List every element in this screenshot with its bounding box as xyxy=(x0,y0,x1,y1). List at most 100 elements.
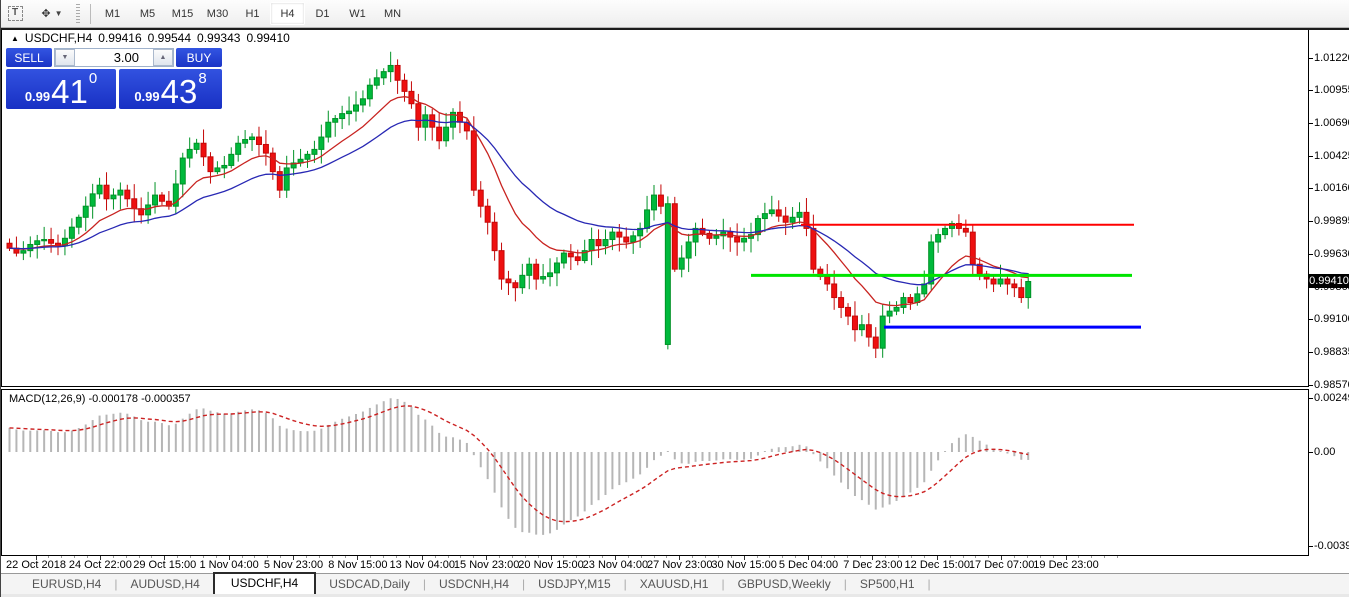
tab-xauusd[interactable]: XAUUSD,H1 xyxy=(627,575,722,594)
price-tick-label: 1.00425 xyxy=(1314,150,1349,162)
time-minor-tick xyxy=(435,556,436,558)
tab-audusd[interactable]: AUDUSD,H4 xyxy=(117,575,212,594)
macd-axis[interactable]: 0.0024920.00-0.003913 xyxy=(1308,389,1349,556)
ohlc-high: 0.99544 xyxy=(148,31,191,45)
time-minor-tick xyxy=(563,556,564,558)
buy-button[interactable]: BUY xyxy=(176,48,222,67)
timeframe-button-h1[interactable]: H1 xyxy=(235,2,270,25)
time-minor-tick xyxy=(370,556,371,558)
time-tick-label: 7 Dec 23:00 xyxy=(843,559,902,571)
time-minor-tick xyxy=(834,556,835,558)
price-tick xyxy=(1309,385,1313,386)
sell-price-prefix: 0.99 xyxy=(25,89,50,104)
timeframe-button-m5[interactable]: M5 xyxy=(130,2,165,25)
timeframe-buttons: M1M5M15M30H1H4D1W1MN xyxy=(95,2,410,25)
volume-input[interactable]: 3.00 xyxy=(75,49,153,66)
ohlc-close: 0.99410 xyxy=(246,31,289,45)
tab-usdchf[interactable]: USDCHF,H4 xyxy=(213,572,316,595)
arrows-tool-button[interactable]: ✥ ▼ xyxy=(34,2,70,25)
price-tick-label: 1.01220 xyxy=(1314,52,1349,64)
time-minor-tick xyxy=(769,556,770,558)
text-tool-button[interactable]: T xyxy=(4,2,26,25)
tab-usdcnh[interactable]: USDCNH,H4 xyxy=(426,575,522,594)
time-tick-label: 1 Nov 04:00 xyxy=(199,559,258,571)
time-tick-label: 15 Nov 23:00 xyxy=(454,559,519,571)
buy-price-pip: 8 xyxy=(198,70,206,87)
buy-price-display[interactable]: 0.99 43 8 xyxy=(119,69,222,109)
arrows-icon: ✥ xyxy=(41,7,50,20)
time-minor-tick xyxy=(795,556,796,558)
time-minor-tick xyxy=(1014,556,1015,558)
time-minor-tick xyxy=(757,556,758,558)
symbol-label: USDCHF,H4 xyxy=(25,31,92,45)
time-minor-tick xyxy=(151,556,152,558)
tab-eurusd[interactable]: EURUSD,H4 xyxy=(19,575,114,594)
tab-separator: | xyxy=(928,577,931,594)
time-minor-tick xyxy=(332,556,333,558)
sell-button[interactable]: SELL xyxy=(6,48,52,67)
price-tick-label: 1.00160 xyxy=(1314,182,1349,194)
current-price-badge: 0.99410 xyxy=(1308,274,1349,288)
sell-price-display[interactable]: 0.99 41 0 xyxy=(6,69,116,109)
macd-canvas[interactable] xyxy=(1,389,1308,556)
time-tick-label: 8 Nov 15:00 xyxy=(328,559,387,571)
time-minor-tick xyxy=(576,556,577,558)
time-minor-tick xyxy=(924,556,925,558)
price-tick-label: 0.98835 xyxy=(1314,346,1349,358)
timeframe-button-mn[interactable]: MN xyxy=(375,2,410,25)
time-minor-tick xyxy=(641,556,642,558)
price-tick-label: 0.99100 xyxy=(1314,313,1349,325)
time-tick-label: 17 Dec 07:00 xyxy=(969,559,1034,571)
one-click-trade-panel: SELL ▼ 3.00 ▲ BUY 0.99 41 0 0.99 43 8 xyxy=(6,48,222,109)
timeframe-button-h4[interactable]: H4 xyxy=(270,2,305,25)
time-minor-tick xyxy=(602,556,603,558)
timeframe-button-w1[interactable]: W1 xyxy=(340,2,375,25)
tab-gbpusd[interactable]: GBPUSD,Weekly xyxy=(725,575,844,594)
price-axis[interactable]: 1.012201.009551.006901.004251.001600.998… xyxy=(1308,30,1349,387)
price-tick-label: 1.00955 xyxy=(1314,84,1349,96)
chevron-down-icon: ▼ xyxy=(55,9,63,18)
time-tick-label: 19 Dec 23:00 xyxy=(1033,559,1098,571)
time-minor-tick xyxy=(1027,556,1028,558)
time-minor-tick xyxy=(718,556,719,558)
tab-sp500[interactable]: SP500,H1 xyxy=(847,575,928,594)
tab-usdjpy[interactable]: USDJPY,M15 xyxy=(525,575,623,594)
chart-header: ▲ USDCHF,H4 0.99416 0.99544 0.99343 0.99… xyxy=(11,31,290,45)
price-tick xyxy=(1309,221,1313,222)
toolbar: T ✥ ▼ M1M5M15M30H1H4D1W1MN xyxy=(1,0,1349,28)
time-minor-tick xyxy=(860,556,861,558)
time-minor-tick xyxy=(1104,556,1105,558)
toolbar-separator xyxy=(90,4,91,24)
sell-price-main: 41 xyxy=(51,77,88,107)
collapse-icon[interactable]: ▲ xyxy=(11,34,19,43)
time-minor-tick xyxy=(190,556,191,558)
time-minor-tick xyxy=(589,556,590,558)
price-tick xyxy=(1309,123,1313,124)
time-minor-tick xyxy=(177,556,178,558)
time-minor-tick xyxy=(280,556,281,558)
timeframe-button-m30[interactable]: M30 xyxy=(200,2,235,25)
volume-decrease-button[interactable]: ▼ xyxy=(55,49,75,66)
time-tick-label: 13 Nov 04:00 xyxy=(390,559,455,571)
time-minor-tick xyxy=(203,556,204,558)
macd-tick xyxy=(1309,546,1313,547)
macd-indicator-label: MACD(12,26,9) -0.000178 -0.000357 xyxy=(9,393,191,405)
time-minor-tick xyxy=(1040,556,1041,558)
time-minor-tick xyxy=(512,556,513,558)
time-minor-tick xyxy=(666,556,667,558)
price-tick xyxy=(1309,58,1313,59)
volume-increase-button[interactable]: ▲ xyxy=(153,49,173,66)
time-tick-label: 27 Nov 23:00 xyxy=(647,559,712,571)
tab-usdcad[interactable]: USDCAD,Daily xyxy=(316,575,423,594)
price-tick xyxy=(1309,188,1313,189)
price-tick-label: 0.99630 xyxy=(1314,248,1349,260)
time-tick-label: 20 Nov 15:00 xyxy=(518,559,583,571)
timeframe-button-m1[interactable]: M1 xyxy=(95,2,130,25)
time-minor-tick xyxy=(1117,556,1118,558)
time-minor-tick xyxy=(782,556,783,558)
time-tick-label: 22 Oct 2018 xyxy=(6,559,66,571)
timeframe-button-d1[interactable]: D1 xyxy=(305,2,340,25)
mt4-window: T ✥ ▼ M1M5M15M30H1H4D1W1MN ▲ USDCHF,H4 0… xyxy=(0,0,1349,597)
timeframe-button-m15[interactable]: M15 xyxy=(165,2,200,25)
time-axis[interactable]: 22 Oct 201824 Oct 22:0029 Oct 15:001 Nov… xyxy=(1,556,1308,573)
